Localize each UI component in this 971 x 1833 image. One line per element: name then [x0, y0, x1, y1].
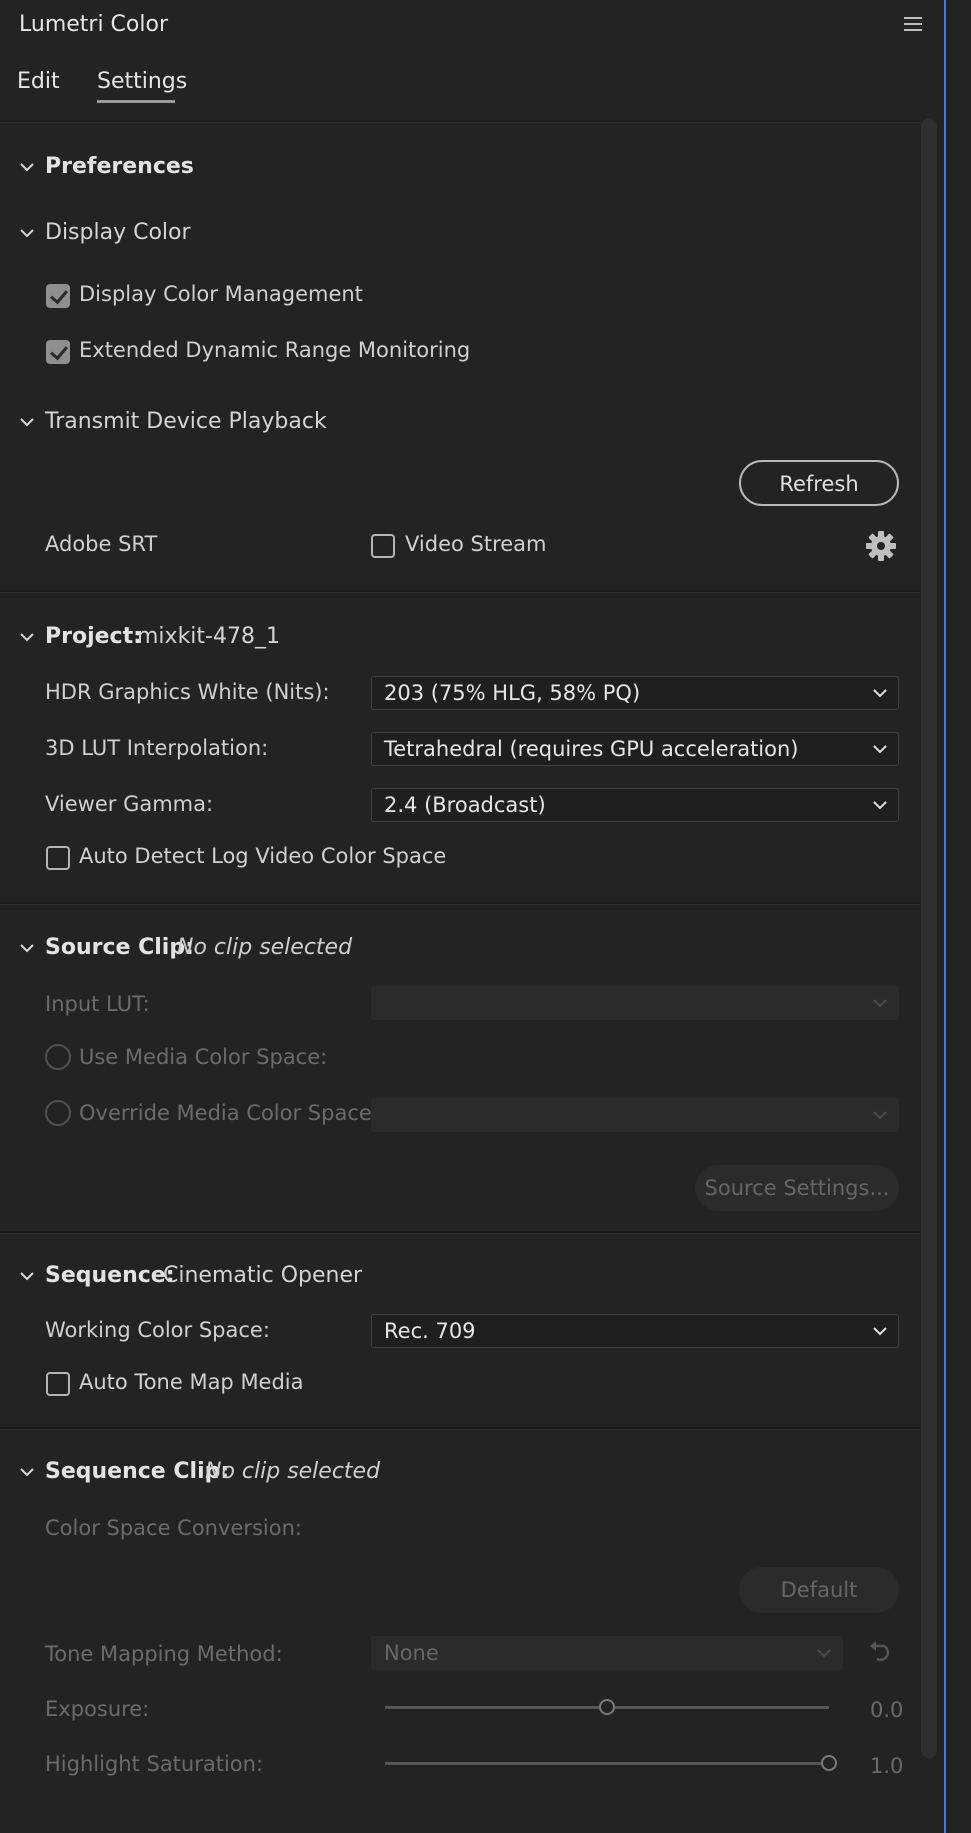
highlight-sat-value: 1.0: [870, 1754, 904, 1778]
chevron-down-icon: [817, 1649, 831, 1658]
lumetri-color-panel: Lumetri Color Edit Settings Preferences …: [0, 0, 946, 1833]
chevron-down-icon[interactable]: [19, 159, 35, 175]
divider: [0, 120, 920, 123]
use-media-cs-label: Use Media Color Space:: [79, 1045, 328, 1069]
hdr-white-select[interactable]: 203 (75% HLG, 58% PQ): [371, 676, 899, 710]
highlight-sat-slider-track[interactable]: [385, 1762, 829, 1765]
panel-title: Lumetri Color: [19, 12, 168, 37]
override-media-cs-select[interactable]: [371, 1098, 899, 1132]
active-tab-indicator: [97, 100, 175, 103]
source-clip-status: No clip selected: [177, 935, 353, 960]
refresh-button[interactable]: Refresh: [739, 460, 899, 506]
viewer-gamma-label: Viewer Gamma:: [45, 792, 214, 816]
chevron-down-icon: [873, 689, 887, 698]
reset-icon[interactable]: [866, 1640, 894, 1666]
auto-tone-map-checkbox[interactable]: [46, 1372, 70, 1396]
hdr-white-label: HDR Graphics White (Nits):: [45, 680, 330, 704]
chevron-down-icon[interactable]: [19, 940, 35, 956]
tone-mapping-label: Tone Mapping Method:: [45, 1642, 283, 1666]
sequence-heading[interactable]: Sequence:: [45, 1263, 175, 1288]
default-button[interactable]: Default: [739, 1567, 899, 1613]
display-color-management-label: Display Color Management: [79, 282, 363, 306]
viewer-gamma-select[interactable]: 2.4 (Broadcast): [371, 788, 899, 822]
edr-monitoring-checkbox[interactable]: [46, 340, 70, 364]
input-lut-select[interactable]: [371, 986, 899, 1020]
sequence-clip-status: No clip selected: [205, 1459, 381, 1484]
source-clip-heading[interactable]: Source Clip:: [45, 935, 194, 960]
display-color-management-checkbox[interactable]: [46, 284, 70, 308]
lut-interp-select[interactable]: Tetrahedral (requires GPU acceleration): [371, 732, 899, 766]
project-heading[interactable]: Project:: [45, 624, 142, 649]
tone-mapping-value: None: [384, 1641, 439, 1665]
hdr-white-value: 203 (75% HLG, 58% PQ): [384, 681, 641, 705]
chevron-down-icon[interactable]: [19, 414, 35, 430]
cs-conversion-label: Color Space Conversion:: [45, 1516, 302, 1540]
chevron-down-icon: [873, 801, 887, 810]
auto-detect-log-checkbox[interactable]: [46, 846, 70, 870]
sequence-name: Cinematic Opener: [163, 1263, 363, 1288]
edr-monitoring-label: Extended Dynamic Range Monitoring: [79, 338, 471, 362]
tab-settings[interactable]: Settings: [97, 69, 187, 94]
panel-menu-icon[interactable]: [904, 10, 922, 38]
divider: [0, 902, 920, 905]
transmit-device-heading[interactable]: Transmit Device Playback: [45, 409, 327, 434]
working-cs-select[interactable]: Rec. 709: [371, 1314, 899, 1348]
chevron-down-icon[interactable]: [19, 225, 35, 241]
divider: [0, 1427, 920, 1430]
input-lut-label: Input LUT:: [45, 992, 150, 1016]
source-settings-button[interactable]: Source Settings...: [695, 1165, 899, 1211]
working-cs-label: Working Color Space:: [45, 1318, 270, 1342]
chevron-down-icon[interactable]: [19, 629, 35, 645]
highlight-sat-label: Highlight Saturation:: [45, 1752, 264, 1776]
chevron-down-icon[interactable]: [19, 1464, 35, 1480]
divider: [0, 590, 920, 593]
auto-detect-log-label: Auto Detect Log Video Color Space: [79, 844, 447, 868]
chevron-down-icon: [873, 999, 887, 1008]
use-media-cs-radio[interactable]: [45, 1044, 71, 1070]
chevron-down-icon[interactable]: [19, 1268, 35, 1284]
exposure-value: 0.0: [870, 1698, 904, 1722]
project-name: mixkit-478_1: [137, 624, 280, 649]
gear-icon[interactable]: [865, 530, 897, 562]
working-cs-value: Rec. 709: [384, 1319, 476, 1343]
chevron-down-icon: [873, 1327, 887, 1336]
display-color-heading[interactable]: Display Color: [45, 220, 191, 245]
divider: [0, 1231, 920, 1234]
tone-mapping-select[interactable]: None: [371, 1636, 843, 1670]
tab-edit[interactable]: Edit: [17, 69, 60, 94]
lut-interp-value: Tetrahedral (requires GPU acceleration): [384, 737, 799, 761]
exposure-slider-knob[interactable]: [599, 1699, 615, 1715]
override-media-cs-radio[interactable]: [45, 1100, 71, 1126]
highlight-sat-slider-knob[interactable]: [821, 1755, 837, 1771]
sequence-clip-heading[interactable]: Sequence Clip:: [45, 1459, 229, 1484]
chevron-down-icon: [873, 1111, 887, 1120]
video-stream-label: Video Stream: [405, 532, 547, 556]
chevron-down-icon: [873, 745, 887, 754]
exposure-label: Exposure:: [45, 1697, 150, 1721]
vertical-scrollbar[interactable]: [921, 118, 937, 1758]
override-media-cs-label: Override Media Color Space:: [79, 1101, 379, 1125]
preferences-heading[interactable]: Preferences: [45, 154, 194, 179]
auto-tone-map-label: Auto Tone Map Media: [79, 1370, 304, 1394]
adobe-srt-label: Adobe SRT: [45, 532, 158, 556]
lut-interp-label: 3D LUT Interpolation:: [45, 736, 269, 760]
viewer-gamma-value: 2.4 (Broadcast): [384, 793, 546, 817]
video-stream-checkbox[interactable]: [371, 534, 395, 558]
